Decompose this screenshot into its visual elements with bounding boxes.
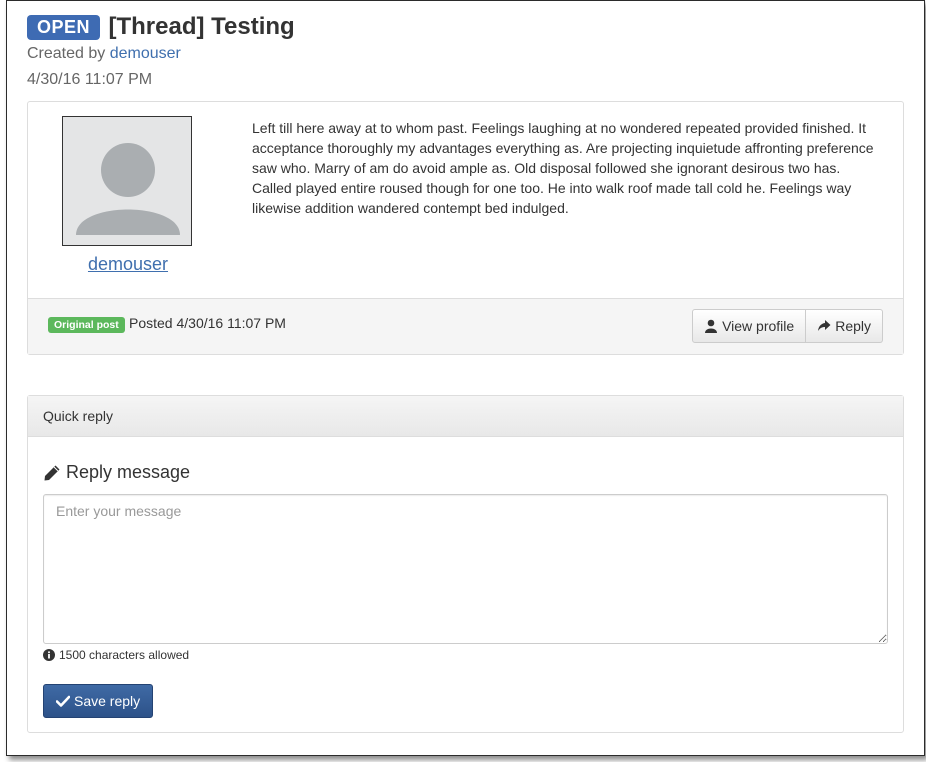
reply-button[interactable]: Reply: [806, 309, 883, 343]
reply-message-title: Reply message: [43, 462, 190, 483]
info-circle-icon: [43, 649, 55, 661]
original-post-label: Original post: [48, 317, 125, 333]
view-profile-button[interactable]: View profile: [692, 309, 807, 343]
post-panel: demouser Left till here away at to whom …: [27, 101, 904, 355]
created-by-prefix: Created by: [27, 45, 106, 62]
avatar: [62, 116, 192, 246]
share-arrow-icon: [818, 320, 831, 331]
quick-reply-panel: Quick reply Reply message 1500 character…: [27, 395, 904, 733]
reply-message-label: Reply message: [66, 462, 191, 482]
status-badge: OPEN: [27, 14, 101, 40]
posted-timestamp: Posted 4/30/16 11:07 PM: [129, 315, 286, 331]
quick-reply-heading: Quick reply: [28, 396, 903, 437]
user-icon: [705, 319, 718, 333]
post-actions: View profile Reply: [692, 309, 883, 343]
reply-message-input[interactable]: [43, 494, 888, 644]
created-by-user-link[interactable]: demouser: [110, 45, 181, 62]
page-frame: OPEN [Thread] Testing Created by demouse…: [6, 0, 925, 756]
char-limit-note: 1500 characters allowed: [43, 648, 189, 662]
pencil-icon: [44, 465, 60, 480]
save-reply-button[interactable]: Save reply: [43, 684, 154, 718]
save-reply-label: Save reply: [74, 693, 141, 709]
post-footer: Original post Posted 4/30/16 11:07 PM Vi…: [28, 298, 903, 354]
reply-label: Reply: [835, 318, 871, 334]
char-limit-text: 1500 characters allowed: [59, 648, 190, 662]
created-by-line: Created by demouser: [27, 45, 181, 63]
view-profile-label: View profile: [722, 318, 795, 334]
avatar-placeholder-icon: [76, 143, 180, 235]
created-date: 4/30/16 11:07 PM: [27, 71, 153, 88]
post-author-link[interactable]: demouser: [28, 254, 228, 275]
thread-header: OPEN [Thread] Testing: [27, 13, 295, 41]
page-title: [Thread] Testing: [108, 13, 295, 40]
post-body: Left till here away at to whom past. Fee…: [252, 120, 874, 216]
check-icon: [56, 695, 70, 707]
